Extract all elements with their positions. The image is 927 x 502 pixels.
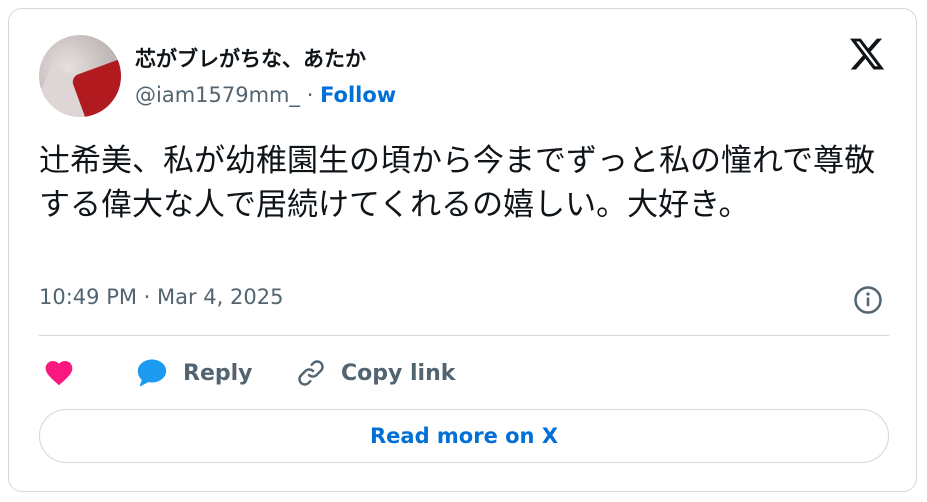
reply-button[interactable]: Reply (135, 353, 253, 393)
like-button[interactable] (43, 353, 75, 393)
info-icon[interactable] (853, 285, 883, 315)
copy-link-button[interactable]: Copy link (295, 353, 455, 393)
handle-separator: · (300, 83, 321, 107)
handle-row: @iam1579mm_ · Follow (135, 83, 396, 107)
display-name[interactable]: 芯がブレがちな、あたか (135, 43, 366, 73)
speech-bubble-icon (137, 359, 167, 387)
user-handle[interactable]: @iam1579mm_ (135, 83, 300, 107)
follow-button[interactable]: Follow (320, 83, 396, 107)
read-more-button[interactable]: Read more on X (39, 409, 889, 463)
divider (39, 335, 889, 336)
link-icon (298, 360, 324, 386)
action-bar: Reply Copy link (39, 353, 889, 393)
timestamp[interactable]: 10:49 PM · Mar 4, 2025 (39, 285, 283, 309)
heart-icon (45, 361, 73, 386)
reply-label: Reply (183, 360, 253, 386)
tweet-embed-card: 芯がブレがちな、あたか @iam1579mm_ · Follow 辻希美、私が幼… (8, 8, 917, 492)
avatar[interactable] (39, 35, 121, 117)
tweet-text: 辻希美、私が幼稚園生の頃から今までずっと私の憧れで尊敬する偉大な人で居続けてくれ… (39, 143, 876, 223)
x-logo-icon[interactable] (847, 35, 887, 73)
copy-link-label: Copy link (341, 360, 456, 386)
